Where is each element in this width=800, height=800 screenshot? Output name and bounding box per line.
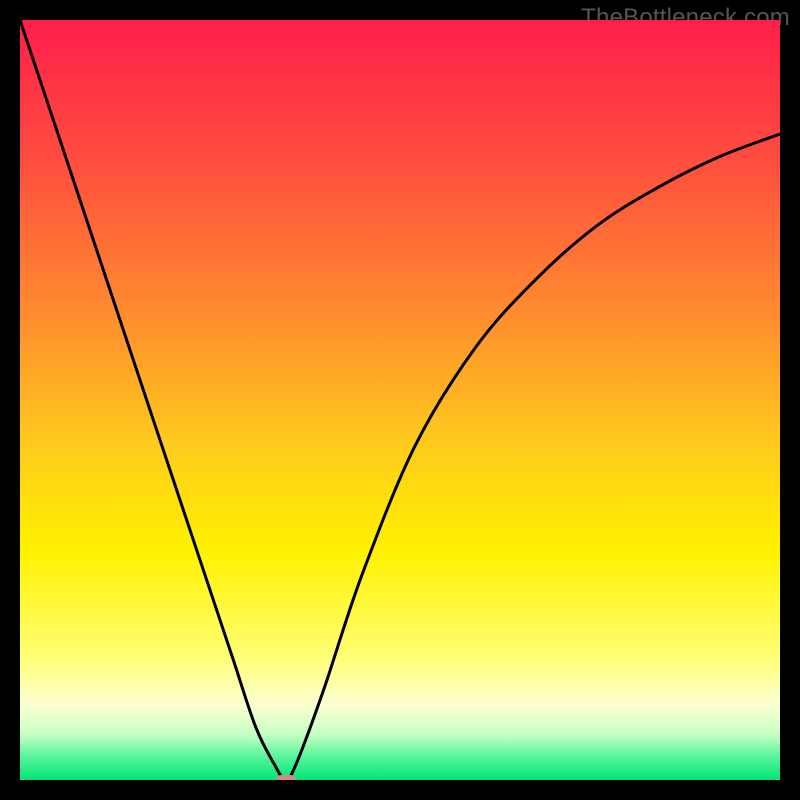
- curve-layer: [20, 20, 780, 780]
- bottleneck-curve-path: [20, 20, 780, 780]
- chart-frame: TheBottleneck.com: [0, 0, 800, 800]
- optimal-point-marker: [276, 775, 296, 780]
- plot-area: [20, 20, 780, 780]
